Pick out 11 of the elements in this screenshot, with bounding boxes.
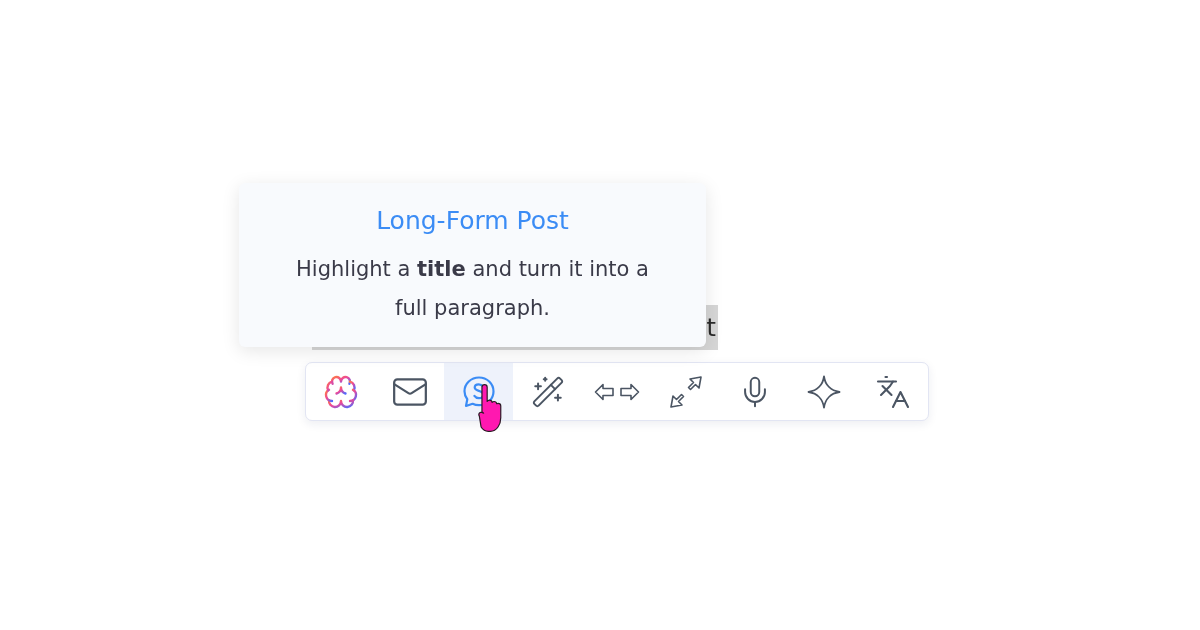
brain-icon xyxy=(322,373,359,410)
sparkle-icon xyxy=(806,374,841,409)
tooltip-title: Long-Form Post xyxy=(376,205,569,237)
diagonal-arrows-icon xyxy=(667,373,704,410)
chat-bubble-icon xyxy=(461,374,496,409)
tooltip-description: Highlight a title and turn it into a full paragraph. xyxy=(295,256,650,322)
selected-text: t xyxy=(706,315,716,340)
left-right-arrows-icon xyxy=(593,381,640,402)
magic-wand-icon xyxy=(530,374,565,409)
translate-icon xyxy=(874,373,911,410)
hand-cursor-icon xyxy=(478,383,502,433)
